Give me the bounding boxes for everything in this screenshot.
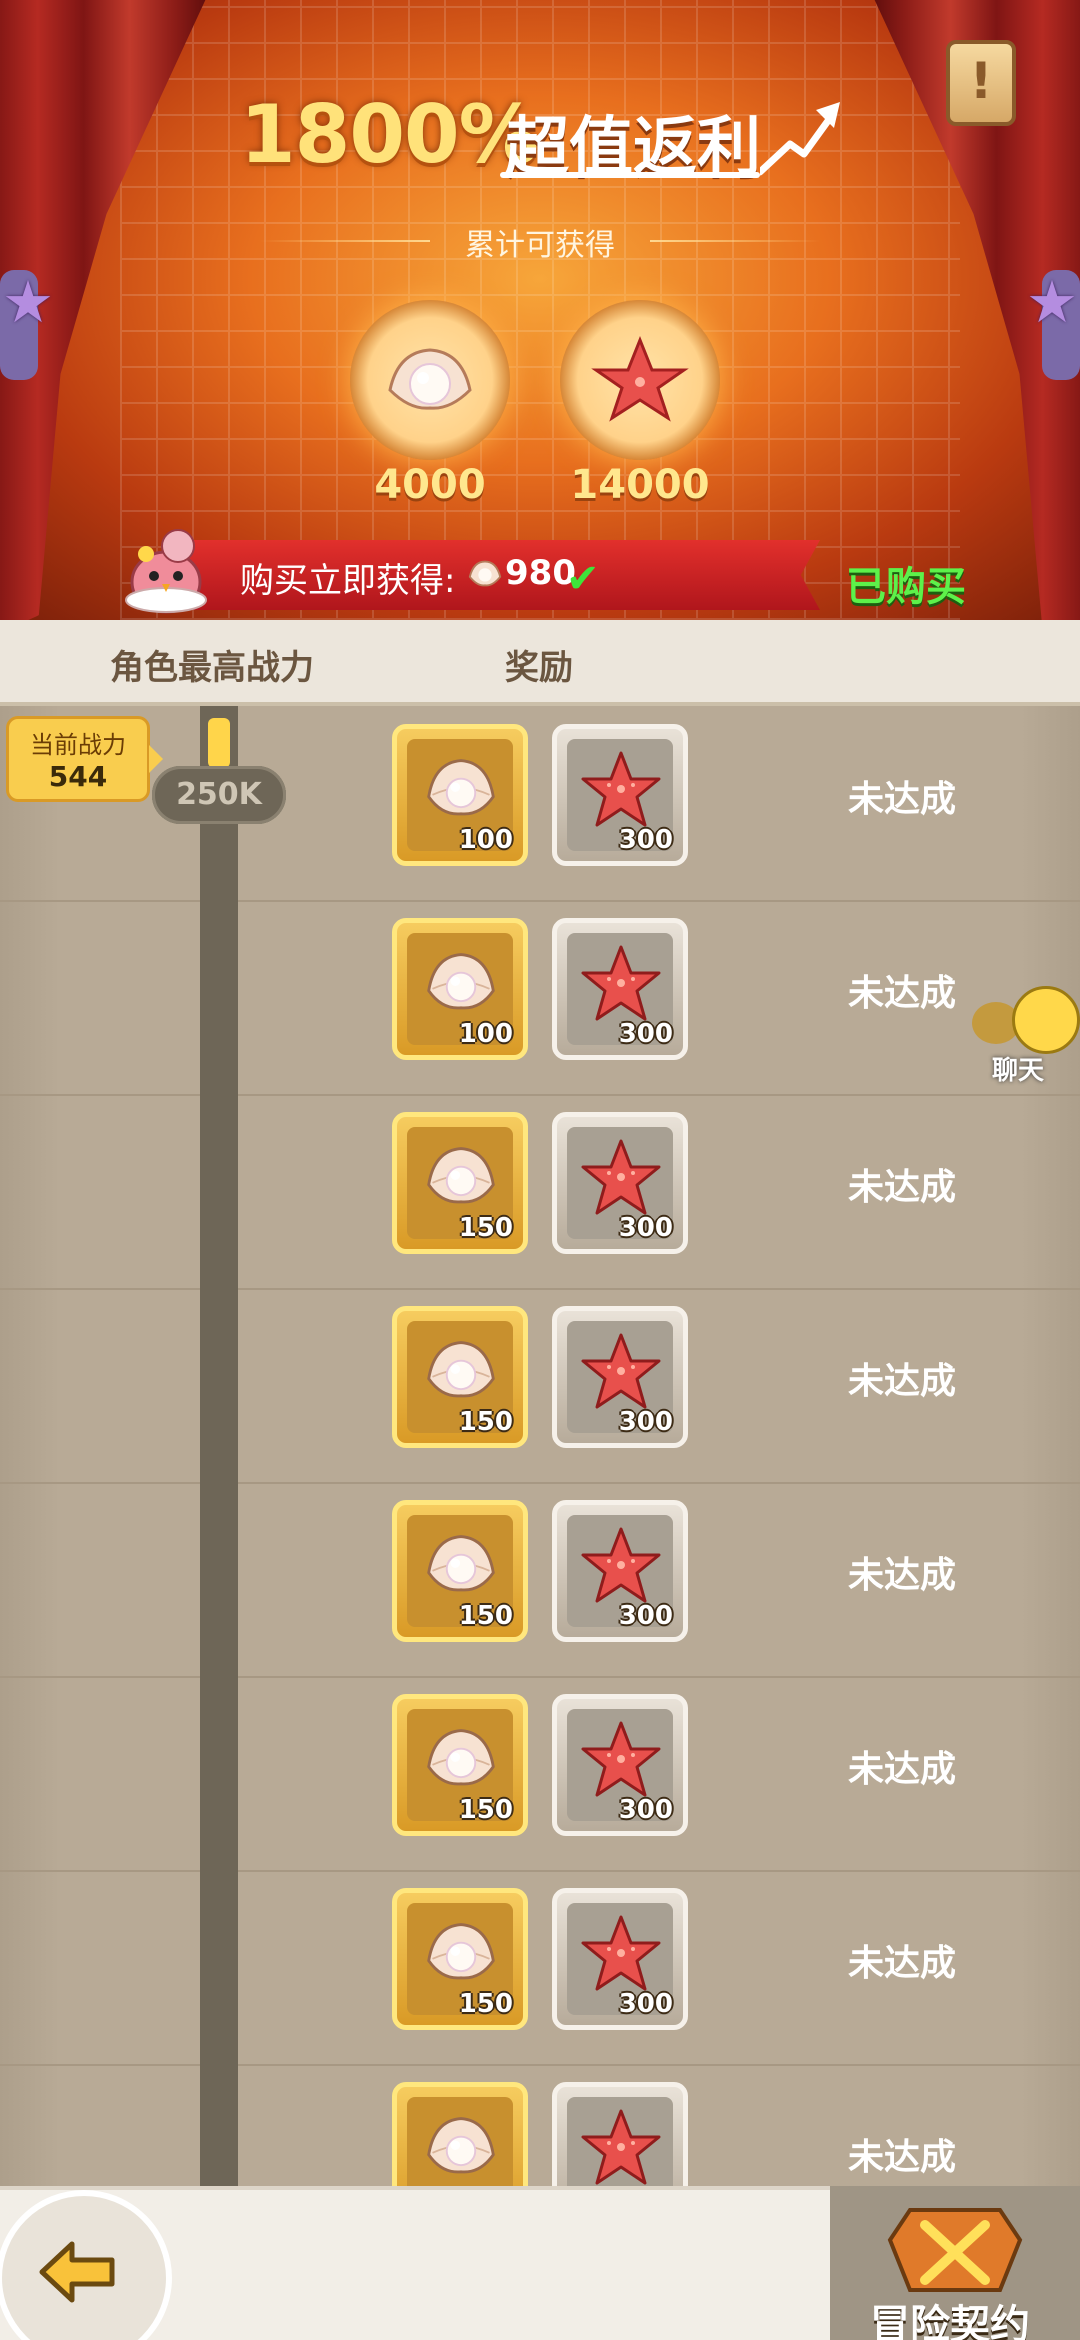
reward-qty: 300	[618, 1019, 673, 1049]
reward-qty: 150	[458, 1213, 513, 1243]
power-threshold: 250K	[152, 766, 286, 824]
total-pearl-coin	[350, 300, 510, 460]
starfish-reward[interactable]: 300	[552, 1694, 688, 1836]
reward-qty: 300	[618, 1989, 673, 2019]
pearl-reward[interactable]: 150	[392, 1112, 528, 1254]
chat-label: 聊天	[992, 1056, 1045, 1086]
pearl-reward[interactable]: 100	[392, 724, 528, 866]
reward-qty: 150	[458, 1601, 513, 1631]
trend-up-icon	[760, 102, 840, 176]
chat-button[interactable]: 聊天	[972, 986, 1080, 1086]
column-reward: 奖励	[505, 648, 573, 688]
starfish-reward[interactable]	[552, 2082, 688, 2190]
starfish-reward[interactable]: 300	[552, 1112, 688, 1254]
pearl-icon	[468, 560, 502, 587]
pearl-reward[interactable]: 150	[392, 1694, 528, 1836]
milestone-status: 未达成	[848, 779, 957, 820]
milestone-list[interactable]: 未达成 150 300 未达成 150 300 未达成 150 300 未达成 150 300 未达成 1…	[0, 706, 1080, 2190]
total-subtitle: 累计可获得	[465, 228, 615, 263]
check-icon: ✔	[566, 556, 600, 602]
smiley-icon	[1012, 986, 1080, 1054]
trend-line	[500, 172, 760, 178]
milestone-row: 150 300 未达成	[0, 1288, 1080, 1484]
buy-text: 购买立即获得:	[240, 561, 456, 601]
reward-qty: 100	[458, 825, 513, 855]
milestone-status: 未达成	[848, 1167, 957, 1208]
starfish-icon	[581, 1139, 661, 1215]
starfish-icon	[581, 1915, 661, 1991]
starfish-reward[interactable]: 300	[552, 918, 688, 1060]
contract-label: 冒险契约	[870, 2302, 1030, 2340]
starfish-icon	[581, 751, 661, 827]
starfish-icon	[581, 1721, 661, 1797]
rebate-percent: 1800%	[240, 88, 539, 181]
milestone-row: 150 300 未达成	[0, 1676, 1080, 1872]
pearl-icon	[388, 348, 472, 410]
starfish-reward[interactable]: 300	[552, 1500, 688, 1642]
reward-qty: 300	[618, 825, 673, 855]
total-pearl-value: 4000	[374, 462, 486, 508]
pearl-icon	[427, 1341, 495, 1398]
current-power-label: 当前战力	[30, 731, 126, 759]
reward-qty: 300	[618, 1795, 673, 1825]
back-arrow-icon	[39, 2241, 115, 2303]
crossed-swords-icon	[887, 2208, 1023, 2292]
current-power-value: 544	[48, 760, 108, 793]
reward-qty: 100	[458, 1019, 513, 1049]
pearl-icon	[427, 2117, 495, 2174]
starfish-reward[interactable]: 300	[552, 1888, 688, 2030]
starfish-icon	[581, 1333, 661, 1409]
milestone-status: 未达成	[848, 1361, 957, 1402]
current-power-badge: 当前战力 544	[6, 716, 163, 802]
progress-track	[200, 706, 238, 2190]
milestone-row: 150 300 未达成	[0, 1482, 1080, 1678]
promo-header: ★ ★ ! 1800% 超值返利 累计可获得 4000 14000 购买立即获得…	[0, 0, 1080, 620]
milestone-status: 未达成	[848, 1943, 957, 1984]
pearl-reward[interactable]: 150	[392, 1500, 528, 1642]
starfish-icon	[591, 335, 689, 422]
star-icon: ★	[2, 268, 54, 336]
pearl-icon	[427, 1535, 495, 1592]
progress-fill	[208, 718, 230, 768]
reward-page: ★ ★ ! 1800% 超值返利 累计可获得 4000 14000 购买立即获得…	[0, 0, 1080, 2340]
starfish-icon	[581, 2109, 661, 2185]
star-icon: ★	[1026, 268, 1078, 336]
pearl-icon	[427, 953, 495, 1010]
reward-qty: 300	[618, 1601, 673, 1631]
pearl-reward[interactable]: 150	[392, 1306, 528, 1448]
milestone-status: 未达成	[848, 1555, 957, 1596]
reward-qty: 150	[458, 1795, 513, 1825]
reward-qty: 300	[618, 1213, 673, 1243]
reward-qty: 150	[458, 1407, 513, 1437]
starfish-reward[interactable]: 300	[552, 1306, 688, 1448]
purchase-status: 已购买	[846, 564, 966, 610]
mascot-bird-icon	[125, 529, 207, 614]
pearl-reward[interactable]: 100	[392, 918, 528, 1060]
milestone-status: 未达成	[848, 973, 957, 1014]
total-starfish-coin	[560, 300, 720, 460]
column-power: 角色最高战力	[110, 648, 314, 688]
starfish-icon	[581, 945, 661, 1021]
reward-qty: 150	[458, 1989, 513, 2019]
starfish-reward[interactable]: 300	[552, 724, 688, 866]
milestone-row: 未达成	[0, 2064, 1080, 2190]
pearl-reward[interactable]	[392, 2082, 528, 2190]
pearl-icon	[427, 1729, 495, 1786]
pearl-icon	[427, 1923, 495, 1980]
milestone-row: 150 300 未达成	[0, 1094, 1080, 1290]
info-button[interactable]: !	[946, 40, 1016, 126]
milestone-row: 150 300 未达成	[0, 1870, 1080, 2066]
pearl-reward[interactable]: 150	[392, 1888, 528, 2030]
reward-qty: 300	[618, 1407, 673, 1437]
total-starfish-value: 14000	[570, 462, 710, 508]
pearl-icon	[427, 1147, 495, 1204]
pearl-icon	[427, 759, 495, 816]
milestone-row: 100 300 未达成	[0, 900, 1080, 1096]
milestone-status: 未达成	[848, 1749, 957, 1790]
starfish-icon	[581, 1527, 661, 1603]
milestone-status: 未达成	[848, 2137, 957, 2178]
column-header: 角色最高战力 奖励	[0, 620, 1080, 706]
